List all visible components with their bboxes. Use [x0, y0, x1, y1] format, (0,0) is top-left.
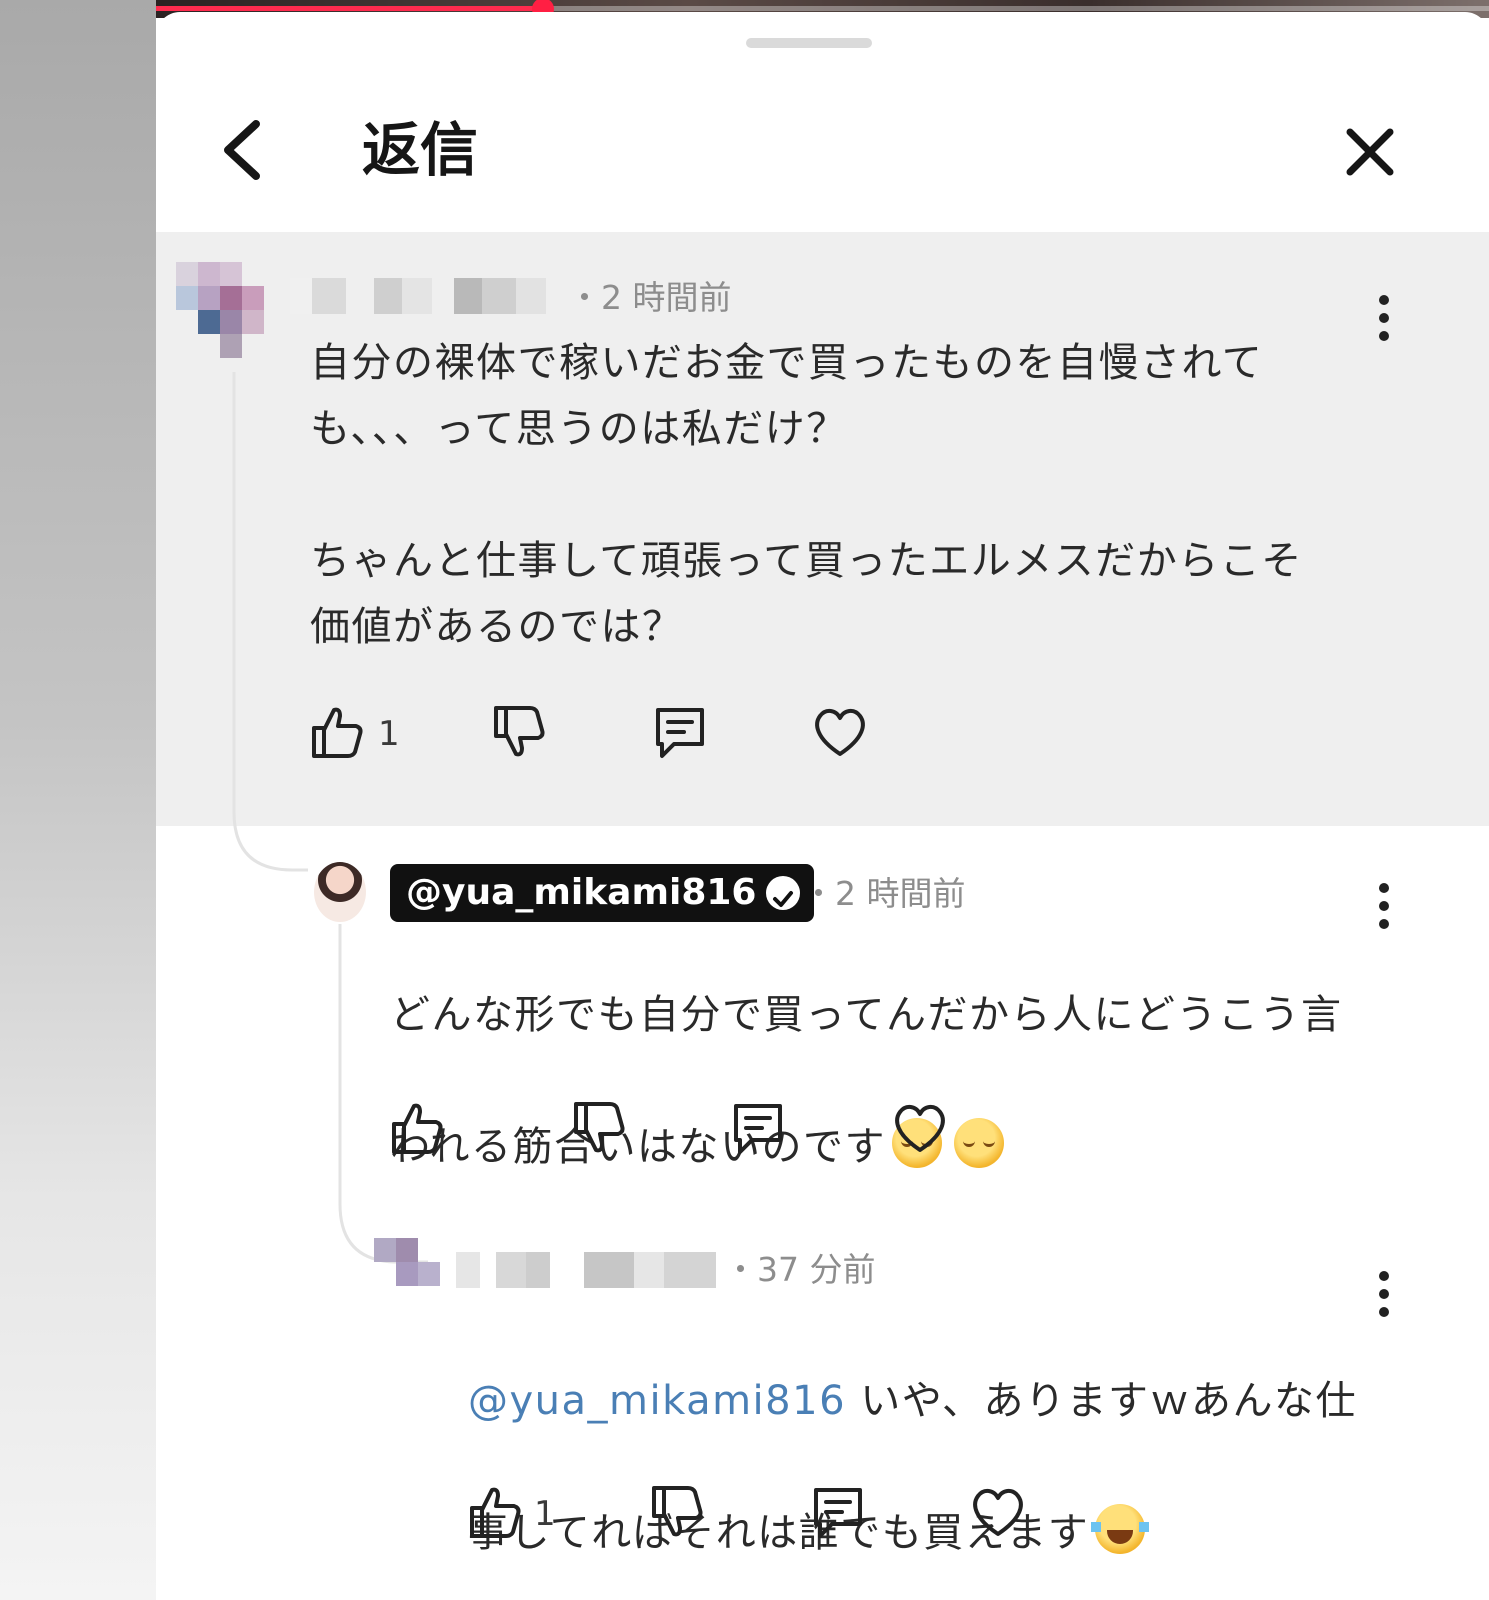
username-pixelated[interactable] [290, 278, 570, 314]
like-count: 1 [534, 1494, 556, 1534]
dislike-button[interactable] [568, 1098, 628, 1158]
thumbs-down-icon [652, 1486, 703, 1537]
verified-check-icon [766, 876, 801, 910]
like-count: 1 [378, 714, 400, 754]
comment-text: どんな形でも自分で買ってんだから人にどうこう言 われる筋合いはないのです [390, 916, 1450, 1246]
thumbs-up-icon [312, 707, 363, 758]
comment-text: 自分の裸体で稼いだお金で買ったものを自慢されて も、、、って思うのは私だけ？ ち… [310, 340, 1303, 650]
comment-text-fragment: いや、ありますｗあんな仕 [846, 1378, 1358, 1424]
background-left-strip [0, 0, 156, 1600]
comment-icon [814, 1488, 862, 1538]
avatar-pixelated[interactable] [374, 1238, 454, 1298]
thumbs-up-icon [392, 1103, 443, 1154]
like-button[interactable] [464, 1482, 524, 1542]
like-button[interactable] [306, 702, 366, 762]
comment-text-fragment: われる筋合いはないのです [390, 1124, 886, 1170]
thumbs-down-icon [494, 706, 545, 757]
video-progress-bar[interactable] [156, 0, 1489, 20]
username-pixelated[interactable] [456, 1252, 726, 1288]
comment-timestamp: ・2 時間前 [568, 278, 732, 317]
avatar-pixelated[interactable] [176, 262, 272, 372]
reply-button[interactable] [728, 1098, 788, 1158]
username: @yua_mikami816 [406, 872, 757, 913]
heart-icon [895, 1105, 945, 1152]
relieved-face-icon [954, 1118, 1004, 1168]
comment-timestamp: ・2 時間前 [802, 874, 966, 913]
dislike-button[interactable] [646, 1482, 706, 1542]
thumbs-down-icon [574, 1102, 625, 1153]
dislike-button[interactable] [488, 702, 548, 762]
like-button[interactable] [386, 1098, 446, 1158]
avatar[interactable] [314, 862, 366, 922]
reply-button[interactable] [650, 702, 710, 762]
comment-text: @yua_mikami816 いや、ありますｗあんな仕 事してればそれは誰でも買… [468, 1302, 1448, 1600]
comment-icon [734, 1104, 782, 1154]
comment-text-line: 事してればそれは誰でも買えます [468, 1500, 1448, 1566]
heart-button[interactable] [810, 702, 870, 762]
replies-sheet: 返信 ・2 時間前 自分の裸体で稼いだお金で買ったものを自慢されて も、、、って… [156, 12, 1489, 1600]
heart-icon [815, 709, 865, 756]
thumbs-up-icon [470, 1487, 521, 1538]
heart-icon [973, 1489, 1023, 1536]
comment-icon [656, 708, 704, 758]
comment-text-line: @yua_mikami816 いや、ありますｗあんな仕 [468, 1368, 1448, 1434]
creator-username-badge[interactable]: @yua_mikami816 [390, 864, 815, 922]
comment-timestamp: ・37 分前 [724, 1250, 876, 1289]
mention-link[interactable]: @yua_mikami816 [468, 1378, 846, 1424]
heart-button[interactable] [968, 1482, 1028, 1542]
comment-text-line: どんな形でも自分で買ってんだから人にどうこう言 [390, 992, 1343, 1038]
video-progress-fill [156, 6, 543, 11]
heart-button[interactable] [890, 1098, 950, 1158]
face-with-tears-of-joy-icon [1091, 1504, 1150, 1554]
reply-button[interactable] [808, 1482, 868, 1542]
